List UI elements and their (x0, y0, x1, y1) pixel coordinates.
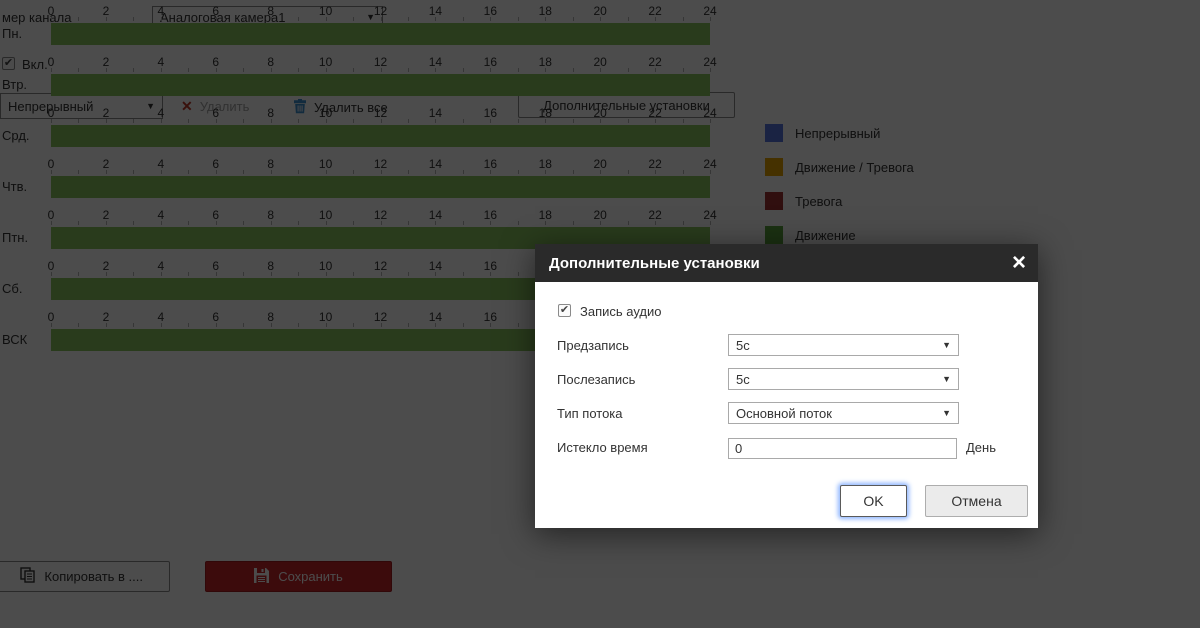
field-select[interactable]: 5с ▼ (728, 334, 959, 356)
cancel-button[interactable]: Отмена (925, 485, 1028, 517)
expired-time-input[interactable] (728, 438, 957, 459)
field-label: Предзапись (557, 338, 629, 353)
field-select-value: 5с (736, 337, 750, 353)
record-audio-label: Запись аудио (580, 304, 662, 319)
close-icon[interactable]: × (1012, 249, 1026, 277)
chevron-down-icon: ▼ (942, 374, 951, 384)
field-label: Истекло время (557, 440, 648, 455)
field-label: Тип потока (557, 406, 623, 421)
field-select-value: 5с (736, 371, 750, 387)
cancel-button-label: Отмена (951, 493, 1002, 509)
ok-button-label: OK (863, 493, 884, 509)
chevron-down-icon: ▼ (942, 340, 951, 350)
ok-button[interactable]: OK (840, 485, 907, 517)
advanced-settings-modal: Дополнительные установки × ✔ Запись ауди… (535, 244, 1038, 528)
field-select[interactable]: 5с ▼ (728, 368, 959, 390)
unit-label: День (966, 440, 996, 455)
modal-header: Дополнительные установки × (535, 244, 1038, 282)
record-audio-checkbox[interactable]: ✔ (558, 304, 571, 317)
field-select-value: Основной поток (736, 405, 832, 421)
check-icon: ✔ (559, 304, 570, 316)
field-label: Послезапись (557, 372, 636, 387)
chevron-down-icon: ▼ (942, 408, 951, 418)
stream-type-select[interactable]: Основной поток ▼ (728, 402, 959, 424)
modal-title: Дополнительные установки (549, 254, 760, 272)
